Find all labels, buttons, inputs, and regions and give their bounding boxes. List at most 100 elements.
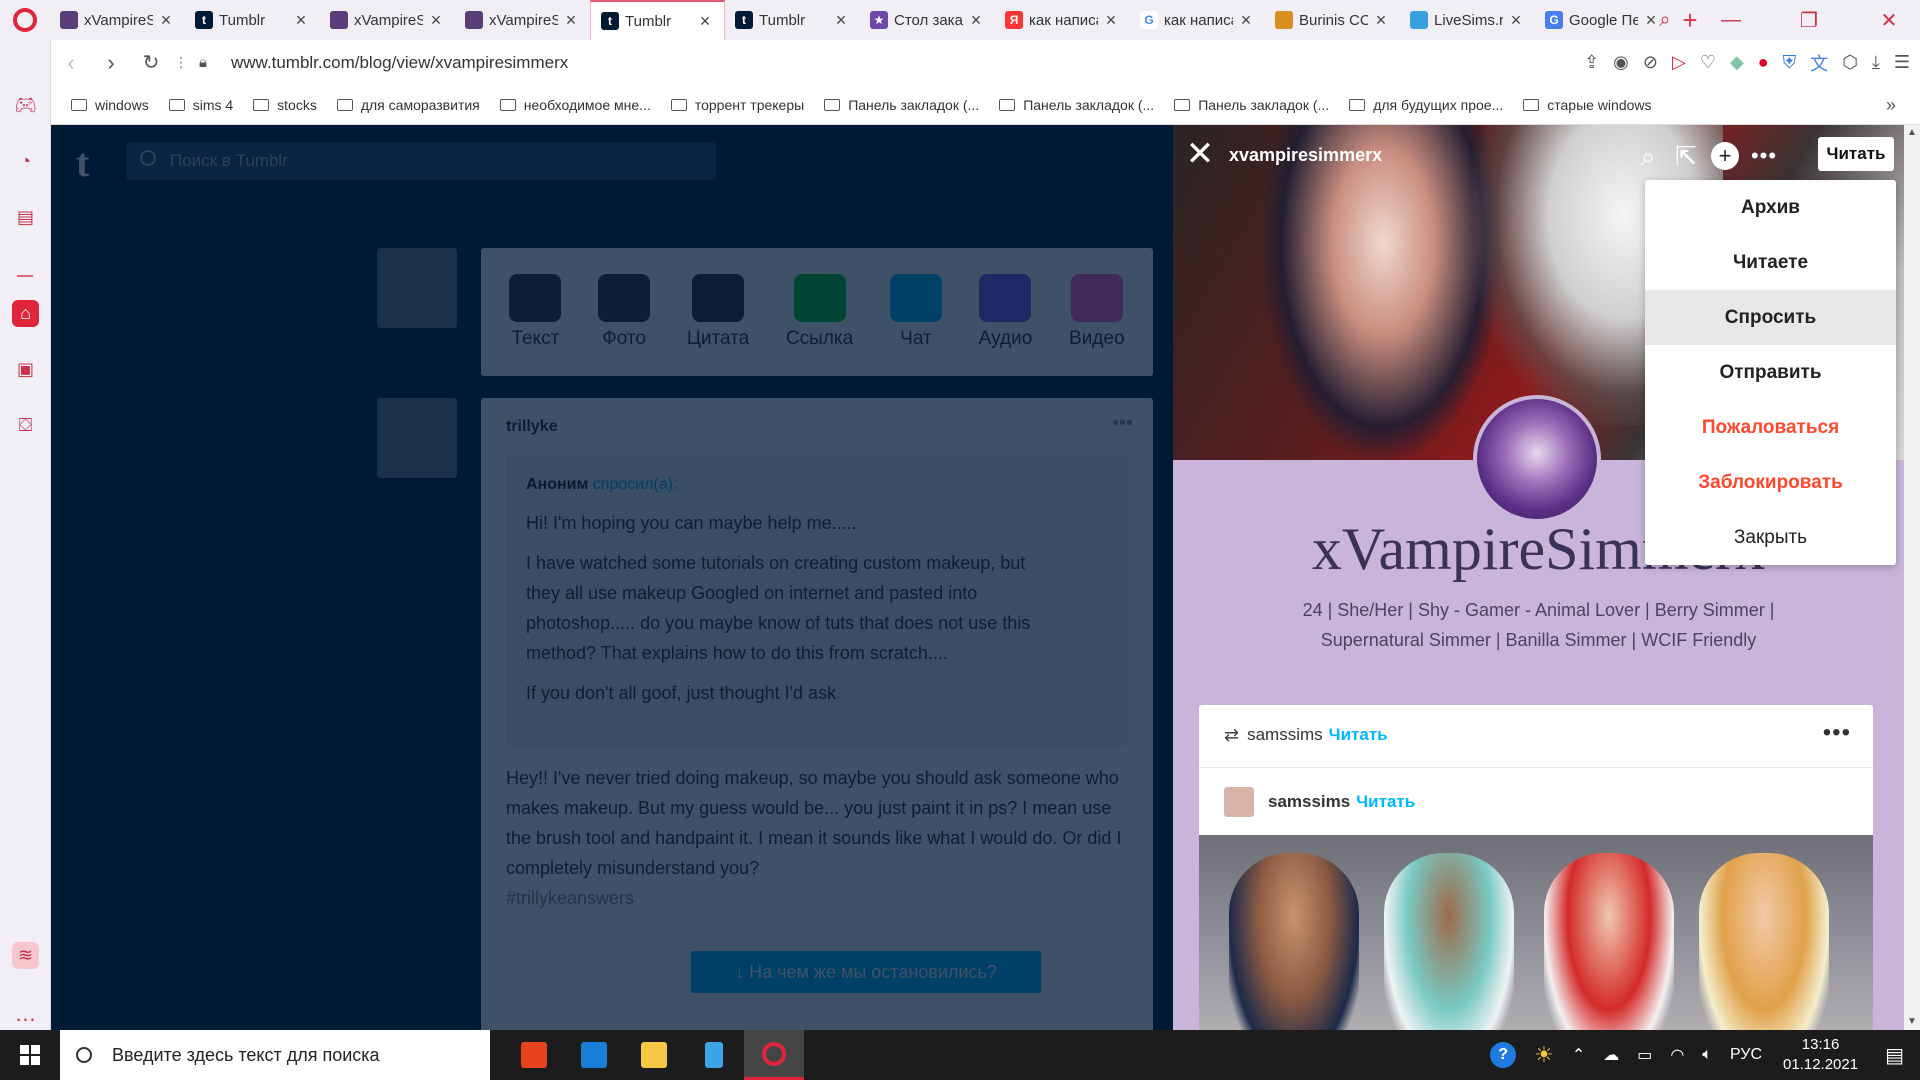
bookmark-folder[interactable]: Панель закладок (...: [999, 97, 1154, 113]
post-menu-icon[interactable]: •••: [1112, 412, 1133, 435]
browser-tab[interactable]: t Tumblr ×: [590, 0, 725, 40]
post-menu-icon[interactable]: •••: [1823, 719, 1851, 747]
menu-item[interactable]: Пожаловаться: [1645, 400, 1896, 455]
search-tabs-icon[interactable]: ⌕: [1638, 0, 1692, 40]
mail-app-icon[interactable]: [564, 1030, 624, 1080]
menu-item[interactable]: Спросить: [1645, 290, 1896, 345]
tab-close-icon[interactable]: ×: [967, 10, 985, 31]
start-button[interactable]: [0, 1030, 60, 1080]
forward-button[interactable]: ›: [91, 43, 131, 83]
post-tag[interactable]: #trillykeanswers: [506, 888, 634, 908]
ask-plus-icon[interactable]: +: [1711, 142, 1739, 170]
explorer-app-icon[interactable]: [624, 1030, 684, 1080]
menu-item[interactable]: Архив: [1645, 180, 1896, 235]
url-field[interactable]: www.tumblr.com/blog/view/xvampiresimmerx: [231, 53, 568, 73]
heart-icon[interactable]: ♡: [1700, 52, 1716, 73]
tumblr-search-input[interactable]: Поиск в Tumblr: [126, 142, 716, 180]
opera-menu-icon[interactable]: [0, 0, 50, 40]
home-icon[interactable]: ⌂: [12, 300, 39, 327]
reblogger-name[interactable]: samssims: [1247, 725, 1323, 745]
page-scrollbar[interactable]: ▲ ▼: [1904, 125, 1920, 1030]
sidebar-more-icon[interactable]: …: [12, 1000, 39, 1027]
scroll-up-arrow-icon[interactable]: ▲: [1904, 125, 1920, 141]
bookmark-folder[interactable]: торрент трекеры: [670, 97, 804, 113]
weather-icon[interactable]: ☀: [1534, 1042, 1554, 1068]
site-info-icon[interactable]: ⋮: [171, 43, 191, 83]
share-icon[interactable]: ⇱: [1671, 141, 1701, 171]
battery-icon[interactable]: ▭: [1637, 1045, 1652, 1065]
menu-item[interactable]: Закрыть: [1645, 510, 1896, 565]
volume-icon[interactable]: 🔈︎: [1702, 1046, 1712, 1064]
bookmark-folder[interactable]: для саморазвития: [336, 97, 480, 113]
tab-close-icon[interactable]: ×: [562, 10, 580, 31]
help-icon[interactable]: ?: [1490, 1042, 1517, 1068]
pinterest-icon[interactable]: ●: [1758, 52, 1769, 73]
browser-tab[interactable]: Gкак написать×: [1130, 0, 1265, 40]
language-indicator[interactable]: РУС: [1730, 1046, 1762, 1064]
post-type-button[interactable]: Аудио: [979, 274, 1032, 350]
download-icon[interactable]: ⤓: [1872, 52, 1880, 73]
browser-tab[interactable]: Якак написать×: [995, 0, 1130, 40]
bag-icon[interactable]: ⛋: [12, 412, 39, 439]
source-follow-link[interactable]: Читать: [1356, 792, 1415, 812]
author-avatar[interactable]: [377, 398, 457, 478]
opera-app-icon[interactable]: [744, 1030, 804, 1080]
back-button[interactable]: ‹: [51, 43, 91, 83]
bookmark-folder[interactable]: необходимое мне...: [499, 97, 651, 113]
blog-avatar[interactable]: [1473, 395, 1601, 523]
tab-close-icon[interactable]: ×: [292, 10, 310, 31]
bookmark-folder[interactable]: Панель закладок (...: [1174, 97, 1329, 113]
tab-close-icon[interactable]: ×: [1372, 10, 1390, 31]
tab-close-icon[interactable]: ×: [696, 11, 714, 32]
bookmark-folder[interactable]: sims 4: [168, 97, 233, 113]
translate-icon[interactable]: 文: [1810, 50, 1828, 76]
share-icon[interactable]: ⇪: [1584, 52, 1599, 73]
post-type-button[interactable]: Ссылка: [786, 274, 853, 350]
more-options-icon[interactable]: •••: [1749, 141, 1779, 171]
close-panel-icon[interactable]: ✕: [1183, 137, 1217, 171]
post-type-button[interactable]: Чат: [889, 274, 942, 350]
bookmark-folder[interactable]: windows: [71, 97, 149, 113]
onedrive-icon[interactable]: ☁: [1603, 1045, 1619, 1065]
notifications-icon[interactable]: ▤: [1885, 1043, 1904, 1068]
browser-tab[interactable]: Burinis CC ×: [1265, 0, 1400, 40]
tab-close-icon[interactable]: ×: [157, 10, 175, 31]
bookmark-folder[interactable]: stocks: [253, 97, 317, 113]
send-icon[interactable]: ▷: [1672, 52, 1686, 73]
vpn-icon[interactable]: ≋: [12, 942, 39, 969]
post-type-button[interactable]: Видео: [1069, 274, 1125, 350]
bookmark-folder[interactable]: Панель закладок (...: [824, 97, 979, 113]
source-name[interactable]: samssims: [1268, 792, 1350, 812]
tab-close-icon[interactable]: ×: [427, 10, 445, 31]
gamepad-icon[interactable]: 🎮︎: [12, 92, 39, 119]
adblock-icon[interactable]: ⊘: [1643, 52, 1658, 73]
blog-handle[interactable]: xvampiresimmerx: [1229, 145, 1382, 166]
post-type-button[interactable]: Цитата: [687, 274, 749, 350]
post-type-button[interactable]: Фото: [598, 274, 651, 350]
source-avatar[interactable]: [1224, 787, 1254, 817]
taskbar-search-input[interactable]: Введите здесь текст для поиска: [60, 1030, 490, 1080]
browser-tab[interactable]: xVampireSimmerx×: [320, 0, 455, 40]
clock[interactable]: 13:16 01.12.2021: [1783, 1035, 1858, 1075]
menu-item[interactable]: Заблокировать: [1645, 455, 1896, 510]
tab-close-icon[interactable]: ×: [832, 10, 850, 31]
resume-toast[interactable]: ↓ На чем же мы остановились?: [691, 951, 1041, 993]
camera-icon[interactable]: ◉: [1613, 52, 1629, 73]
follow-button[interactable]: Читать: [1818, 137, 1894, 171]
search-icon[interactable]: ⌕: [1633, 141, 1663, 171]
office-app-icon[interactable]: [504, 1030, 564, 1080]
restore-button[interactable]: ❐: [1782, 0, 1836, 40]
twitch-icon[interactable]: ▣: [12, 356, 39, 383]
show-hidden-icons-icon[interactable]: ⌃: [1572, 1045, 1585, 1065]
tab-close-icon[interactable]: ×: [1507, 10, 1525, 31]
scroll-down-arrow-icon[interactable]: ▼: [1904, 1014, 1920, 1030]
tab-close-icon[interactable]: ×: [1102, 10, 1120, 31]
extension-cube-icon[interactable]: ◆: [1730, 52, 1744, 73]
menu-item[interactable]: Читаете: [1645, 235, 1896, 290]
post-image[interactable]: [1199, 835, 1873, 1030]
speed-dial-icon[interactable]: ◔: [12, 148, 39, 175]
browser-tab[interactable]: t Tumblr ×: [725, 0, 860, 40]
menu-item[interactable]: Отправить: [1645, 345, 1896, 400]
bookmark-folder[interactable]: для будущих прое...: [1349, 97, 1503, 113]
browser-tab[interactable]: t Tumblr ×: [185, 0, 320, 40]
